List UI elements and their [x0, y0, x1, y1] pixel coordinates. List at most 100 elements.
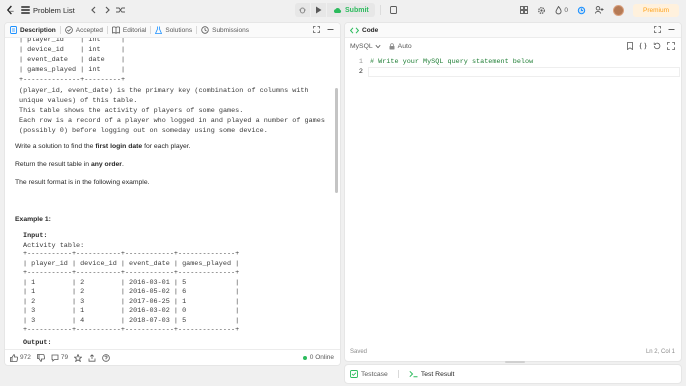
debug-button[interactable] — [295, 3, 310, 17]
tab-solutions-label: Solutions — [165, 26, 193, 34]
comment-icon — [51, 354, 59, 362]
book-icon — [111, 26, 120, 34]
console-tabs: Testcase Test Result — [345, 365, 681, 383]
problem-list-button[interactable]: Problem List — [21, 3, 85, 17]
submit-button[interactable]: Submit — [327, 3, 375, 17]
problem-list-label: Problem List — [33, 5, 75, 15]
schema-notes: (player_id, event_date) is the primary k… — [19, 87, 325, 135]
note-button[interactable] — [386, 3, 401, 17]
user-avatar[interactable] — [612, 4, 624, 16]
description-footer: 972 79 0 Online — [5, 349, 340, 365]
random-problem-button[interactable] — [115, 3, 125, 17]
premium-button[interactable]: Premium — [632, 3, 679, 17]
tab-divider — [397, 370, 399, 378]
thumbs-down-icon — [36, 353, 45, 362]
help-button[interactable] — [102, 353, 110, 362]
comments-button[interactable]: 79 — [51, 354, 68, 362]
description-tabs: Description Accepted Editorial Solutions… — [5, 23, 340, 38]
task-bold: first login date — [95, 143, 143, 150]
run-button[interactable] — [311, 3, 326, 17]
return-statement: Return the result table in any order. — [15, 160, 124, 170]
share-icon — [88, 353, 96, 362]
layout-grid-icon — [520, 6, 529, 14]
add-friend-button[interactable] — [594, 6, 604, 14]
minimize-icon[interactable] — [327, 26, 334, 33]
tab-editorial[interactable]: Editorial — [111, 26, 147, 34]
schema-table: | player_id | int | | device_id | int | … — [19, 38, 126, 84]
code-tabs: Code — [345, 23, 681, 38]
toolbar-divider — [379, 5, 381, 15]
tab-testcase[interactable]: Testcase — [350, 370, 388, 378]
code-editor[interactable]: 1 # Write your MySQL query statement bel… — [345, 54, 681, 354]
top-right-controls: 0 Premium — [520, 3, 679, 17]
minimize-icon[interactable] — [668, 26, 675, 33]
settings-button[interactable] — [537, 6, 546, 15]
tab-divider — [150, 26, 152, 34]
chevron-right-icon — [105, 6, 110, 14]
console-panel: Testcase Test Result — [344, 364, 682, 384]
tab-editorial-label: Editorial — [122, 26, 147, 34]
online-count: 0 Online — [309, 354, 334, 361]
fullscreen-icon[interactable] — [667, 42, 675, 50]
resize-handle[interactable] — [505, 361, 525, 363]
return-bold: any order — [90, 161, 122, 168]
user-plus-icon — [594, 6, 604, 14]
terminal-icon — [409, 370, 418, 378]
streak-counter[interactable]: 0 — [555, 5, 568, 15]
auto-label: Auto — [397, 42, 412, 50]
thumbs-up-icon — [10, 353, 18, 362]
tab-accepted[interactable]: Accepted — [64, 26, 103, 34]
task-statement: Write a solution to find the first login… — [15, 142, 191, 152]
cursor-position: Ln 2, Col 1 — [645, 349, 675, 355]
auto-mode-toggle[interactable]: Auto — [389, 43, 412, 50]
like-button[interactable]: 972 — [10, 353, 31, 362]
leetcode-logo-icon[interactable] — [6, 5, 15, 16]
reset-icon[interactable] — [653, 42, 661, 50]
code-icon — [350, 26, 359, 34]
lock-icon — [389, 42, 395, 49]
tab-submissions[interactable]: Submissions — [201, 26, 249, 34]
bookmark-icon[interactable] — [627, 42, 633, 50]
expand-icon[interactable] — [654, 26, 661, 33]
example-input-table: +-----------+-----------+------------+--… — [23, 250, 240, 334]
share-button[interactable] — [88, 353, 96, 362]
comment-count: 79 — [60, 354, 69, 361]
history-icon — [201, 26, 209, 34]
prev-problem-button[interactable] — [90, 3, 98, 17]
panel-controls — [313, 26, 334, 33]
line-number: 1 — [358, 58, 363, 66]
description-scrollbar[interactable] — [335, 88, 338, 193]
code-panel: Code MySQL Auto 1 # Write your MySQL que… — [344, 22, 682, 362]
language-select[interactable]: MySQL — [350, 43, 381, 50]
code-line-1[interactable]: # Write your MySQL query statement below — [370, 58, 533, 66]
chevron-left-icon — [90, 6, 96, 14]
bug-icon — [299, 7, 306, 14]
check-circle-icon — [64, 26, 73, 34]
format-code-icon[interactable] — [639, 42, 647, 50]
shuffle-icon — [115, 7, 125, 13]
task-suffix: for each player. — [142, 143, 191, 150]
timer-button[interactable] — [577, 6, 586, 15]
help-circle-icon — [102, 353, 110, 362]
tab-divider — [106, 26, 108, 34]
tab-code[interactable]: Code — [350, 27, 378, 34]
problem-description: | player_id | int | | device_id | int | … — [5, 38, 335, 351]
flame-icon — [555, 5, 562, 14]
star-icon — [74, 353, 83, 362]
tab-submissions-label: Submissions — [212, 26, 249, 34]
layout-button[interactable] — [520, 6, 529, 14]
tab-test-result[interactable]: Test Result — [409, 370, 454, 378]
tab-solutions[interactable]: Solutions — [155, 26, 192, 34]
editor-tools — [627, 42, 675, 50]
expand-icon[interactable] — [313, 26, 320, 33]
next-problem-button[interactable] — [103, 3, 111, 17]
tab-description[interactable]: Description — [10, 26, 56, 34]
favorite-button[interactable] — [74, 353, 83, 362]
tab-divider — [59, 26, 61, 34]
dislike-button[interactable] — [36, 353, 45, 362]
list-icon — [21, 6, 30, 14]
tab-divider — [196, 26, 198, 34]
document-icon — [10, 26, 17, 34]
input-label: Input: — [23, 232, 48, 240]
online-indicator: 0 Online — [302, 354, 334, 361]
